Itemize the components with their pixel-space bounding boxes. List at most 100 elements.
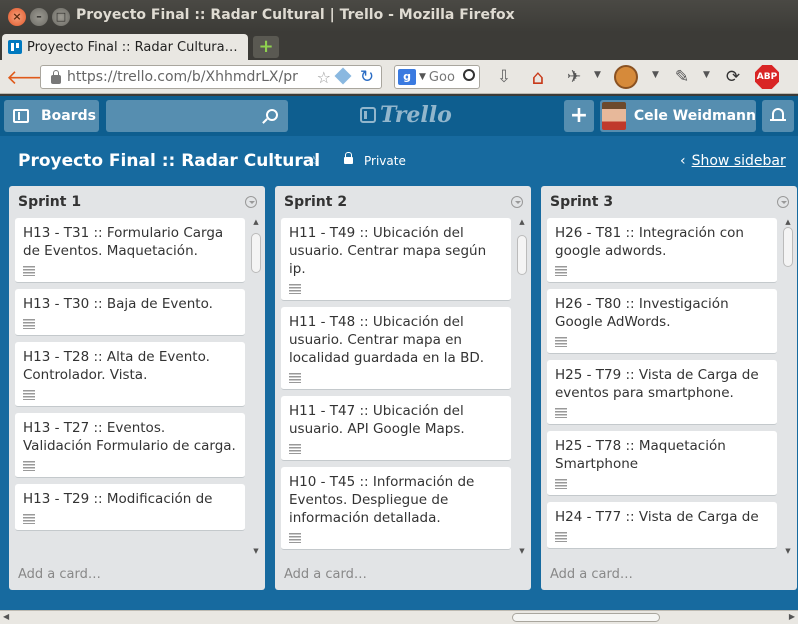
chevron-left-icon: ‹ xyxy=(680,153,686,169)
add-button[interactable]: + xyxy=(564,100,594,132)
board-canvas: Proyecto Final :: Radar Cultural ☆ Priva… xyxy=(0,136,798,610)
add-card-button[interactable]: Add a card… xyxy=(550,567,633,582)
add-card-button[interactable]: Add a card… xyxy=(284,567,367,582)
bookmark-star-icon[interactable]: ☆ xyxy=(317,68,331,87)
scroll-up-icon[interactable]: ▲ xyxy=(251,218,261,227)
window-controls: × – □ xyxy=(8,8,70,26)
user-name: Cele Weidmann xyxy=(633,108,756,124)
card[interactable]: H13 - T29 :: Modificación de xyxy=(15,484,245,531)
list-scrollbar[interactable]: ▲ ▼ xyxy=(251,218,261,556)
card[interactable]: H10 - T45 :: Información de Eventos. Des… xyxy=(281,467,511,550)
scroll-down-icon[interactable]: ▼ xyxy=(783,547,793,556)
reload-icon[interactable]: ↻ xyxy=(357,67,377,87)
scroll-down-icon[interactable]: ▼ xyxy=(251,547,261,556)
card-list: H11 - T49 :: Ubicación del usuario. Cent… xyxy=(281,218,511,556)
cube-icon[interactable] xyxy=(334,67,352,85)
monkey-dropdown-icon[interactable]: ▼ xyxy=(652,70,659,80)
trello-logo-text: Trello xyxy=(380,102,452,128)
search-box[interactable]: g ▼ Goo xyxy=(394,65,480,89)
scroll-track[interactable] xyxy=(517,227,527,547)
window-maximize-button[interactable]: □ xyxy=(52,8,70,26)
tab-trello-board[interactable]: Proyecto Final :: Radar Cultura… xyxy=(2,34,248,60)
list-title[interactable]: Sprint 2 xyxy=(284,194,347,210)
notifications-button[interactable] xyxy=(762,100,794,132)
new-tab-button[interactable]: + xyxy=(253,36,279,58)
eyedropper-icon[interactable]: ✎ xyxy=(672,67,692,87)
scroll-up-icon[interactable]: ▲ xyxy=(517,218,527,227)
card[interactable]: H13 - T31 :: Formulario Carga de Eventos… xyxy=(15,218,245,283)
scroll-down-icon[interactable]: ▼ xyxy=(517,547,527,556)
board-search-input[interactable] xyxy=(106,100,288,132)
card[interactable]: H25 - T79 :: Vista de Carga de eventos p… xyxy=(547,360,777,425)
satellite-dropdown-icon[interactable]: ▼ xyxy=(594,70,601,80)
list-menu-icon[interactable] xyxy=(245,196,257,208)
card[interactable]: H13 - T28 :: Alta de Evento. Controlador… xyxy=(15,342,245,407)
list-title[interactable]: Sprint 3 xyxy=(550,194,613,210)
horizontal-scrollbar[interactable]: ◀ ▶ xyxy=(0,610,798,624)
scroll-track[interactable] xyxy=(783,227,793,547)
list-menu-icon[interactable] xyxy=(777,196,789,208)
list-scrollbar[interactable]: ▲ ▼ xyxy=(517,218,527,556)
lock-icon xyxy=(51,69,61,84)
search-engine-dropdown-icon[interactable]: ▼ xyxy=(419,72,426,82)
monkey-icon[interactable] xyxy=(614,65,638,89)
scroll-up-icon[interactable]: ▲ xyxy=(783,218,793,227)
scroll-thumb[interactable] xyxy=(783,227,793,267)
list-scrollbar[interactable]: ▲ ▼ xyxy=(783,218,793,556)
card[interactable]: H24 - T77 :: Vista de Carga de xyxy=(547,502,777,549)
tab-strip: Proyecto Final :: Radar Cultura… + xyxy=(0,32,798,60)
search-text[interactable]: Goo xyxy=(429,70,455,85)
card-title: H13 - T29 :: Modificación de xyxy=(23,491,213,507)
card[interactable]: H25 - T78 :: Maquetación Smartphone xyxy=(547,431,777,496)
download-icon[interactable]: ⇩ xyxy=(494,67,514,87)
scroll-left-icon[interactable]: ◀ xyxy=(3,612,9,621)
card[interactable]: H13 - T30 :: Baja de Evento. xyxy=(15,289,245,336)
list-title[interactable]: Sprint 1 xyxy=(18,194,81,210)
description-icon xyxy=(555,532,567,542)
window-titlebar: × – □ Proyecto Final :: Radar Cultural |… xyxy=(0,0,798,32)
card-title: H25 - T79 :: Vista de Carga de eventos p… xyxy=(555,367,759,401)
board-visibility[interactable]: Private xyxy=(364,154,406,168)
card-title: H10 - T45 :: Información de Eventos. Des… xyxy=(289,474,475,526)
home-icon[interactable]: ⌂ xyxy=(528,67,548,87)
description-icon xyxy=(23,266,35,276)
url-text[interactable]: https://trello.com/b/XhhmdrLX/pr xyxy=(67,69,303,85)
scroll-thumb[interactable] xyxy=(512,613,660,622)
card[interactable]: H26 - T80 :: Investigación Google AdWord… xyxy=(547,289,777,354)
card[interactable]: H11 - T48 :: Ubicación del usuario. Cent… xyxy=(281,307,511,390)
boards-icon xyxy=(13,109,29,123)
scroll-track[interactable] xyxy=(251,227,261,547)
sync-icon[interactable]: ⟳ xyxy=(723,67,743,87)
show-sidebar-label: Show sidebar xyxy=(691,153,786,169)
boards-button[interactable]: Boards xyxy=(4,100,99,132)
list-menu-icon[interactable] xyxy=(511,196,523,208)
navigation-toolbar: 🡐 https://trello.com/b/XhhmdrLX/pr ☆ ↻ g… xyxy=(0,60,798,94)
trello-logo[interactable]: Trello xyxy=(360,102,452,128)
star-icon[interactable]: ☆ xyxy=(308,154,320,169)
card-title: H11 - T49 :: Ubicación del usuario. Cent… xyxy=(289,225,487,277)
card[interactable]: H11 - T49 :: Ubicación del usuario. Cent… xyxy=(281,218,511,301)
window-close-button[interactable]: × xyxy=(8,8,26,26)
satellite-icon[interactable]: ✈ xyxy=(564,67,584,87)
google-icon[interactable]: g xyxy=(398,69,416,85)
scroll-right-icon[interactable]: ▶ xyxy=(789,612,795,621)
card[interactable]: H11 - T47 :: Ubicación del usuario. API … xyxy=(281,396,511,461)
scroll-thumb[interactable] xyxy=(251,233,261,273)
search-icon[interactable] xyxy=(463,69,475,81)
board-title[interactable]: Proyecto Final :: Radar Cultural xyxy=(18,151,320,171)
url-bar[interactable]: https://trello.com/b/XhhmdrLX/pr ☆ ↻ xyxy=(40,65,382,89)
list-sprint-1: Sprint 1H13 - T31 :: Formulario Carga de… xyxy=(9,186,265,590)
description-icon xyxy=(289,533,301,543)
scroll-thumb[interactable] xyxy=(517,235,527,275)
window-minimize-button[interactable]: – xyxy=(30,8,48,26)
card-title: H13 - T28 :: Alta de Evento. Controlador… xyxy=(23,349,210,383)
add-card-button[interactable]: Add a card… xyxy=(18,567,101,582)
show-sidebar-link[interactable]: ‹ Show sidebar xyxy=(680,153,786,169)
eyedropper-dropdown-icon[interactable]: ▼ xyxy=(703,70,710,80)
card-title: H11 - T47 :: Ubicación del usuario. API … xyxy=(289,403,465,437)
user-menu-button[interactable]: Cele Weidmann xyxy=(600,100,756,132)
window-title: Proyecto Final :: Radar Cultural | Trell… xyxy=(76,7,515,23)
description-icon xyxy=(23,319,35,329)
card[interactable]: H26 - T81 :: Integración con google adwo… xyxy=(547,218,777,283)
card[interactable]: H13 - T27 :: Eventos. Validación Formula… xyxy=(15,413,245,478)
